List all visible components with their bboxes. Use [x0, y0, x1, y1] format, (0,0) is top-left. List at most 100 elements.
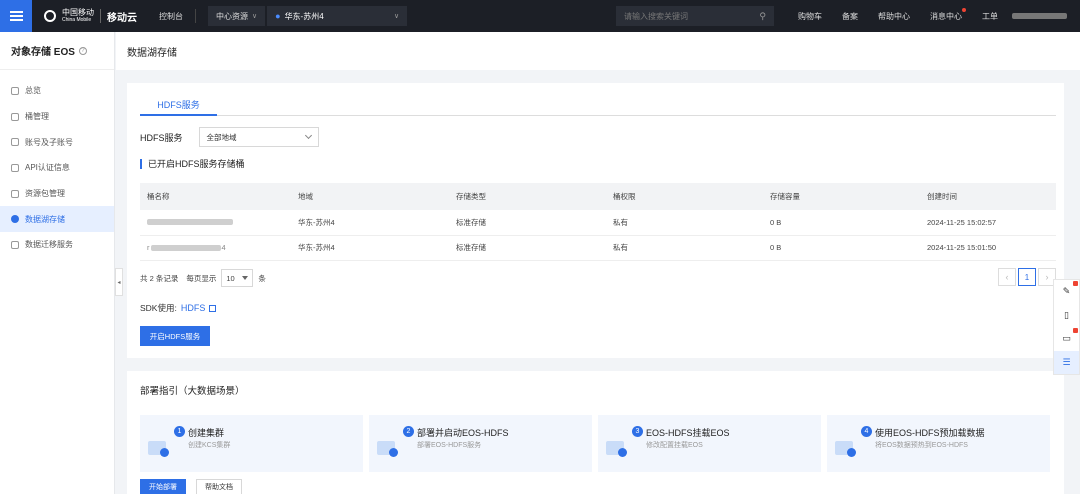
filter-row: HDFS服务 全部地域 — [140, 127, 319, 147]
sidebar-item-label: 数据迁移服务 — [25, 240, 73, 250]
region-select[interactable]: ● 华东-苏州4 ∨ — [267, 6, 408, 26]
step-description: 创建KCS集群 — [188, 442, 231, 449]
message-center-link[interactable]: 消息中心 — [920, 7, 972, 22]
key-icon — [11, 163, 19, 172]
search-icon[interactable]: ⚲ — [759, 11, 766, 22]
console-link[interactable]: 控制台 — [159, 11, 183, 22]
bucket-name-redacted — [147, 218, 233, 225]
help-docs-button[interactable]: 帮助文档 — [196, 479, 242, 494]
page-title: 数据湖存储 — [127, 47, 177, 59]
brand-en: China Mobile — [62, 17, 92, 23]
cloud-name: 移动云 — [107, 12, 137, 24]
bucket-name-cell[interactable] — [140, 218, 298, 227]
migration-icon — [11, 240, 19, 249]
step-title: 部署并启动EOS-HDFS — [417, 428, 509, 438]
search-placeholder: 请输入搜索关键词 — [624, 11, 688, 21]
step-title: EOS-HDFS挂载EOS — [646, 428, 730, 438]
sidebar-item-label: 账号及子账号 — [25, 137, 73, 147]
start-deploy-button[interactable]: 开始部署 — [140, 479, 186, 494]
global-search-input[interactable]: 请输入搜索关键词 ⚲ — [616, 6, 774, 26]
external-link-icon[interactable] — [209, 304, 217, 312]
step-number: 1 — [174, 426, 185, 437]
location-pin-icon: ● — [275, 11, 281, 21]
list-tool[interactable]: ☰ — [1054, 350, 1079, 374]
filing-link[interactable]: 备案 — [832, 11, 868, 22]
table-row[interactable]: r 4 华东-苏州4 标准存储 私有 0 B 2024-11-25 15:01:… — [140, 236, 1056, 261]
sidebar-item-datalake[interactable]: 数据湖存储 — [0, 206, 114, 233]
cart-link[interactable]: 购物车 — [788, 11, 832, 22]
resource-center-dropdown[interactable]: 中心资源 ∨ — [208, 6, 266, 26]
sidebar-item-label: 数据湖存储 — [25, 214, 65, 224]
chevron-down-icon — [304, 131, 312, 140]
tab-hdfs-service[interactable]: HDFS服务 — [140, 96, 217, 116]
region-value: 华东-苏州4 — [284, 11, 324, 21]
hdfs-card: HDFS服务 HDFS服务 全部地域 已开启HDFS服务存储桶 桶名称 地域 存… — [127, 83, 1064, 358]
page-header: 数据湖存储 — [116, 32, 1080, 70]
created-cell: 2024-11-25 15:02:57 — [927, 217, 997, 227]
step-number: 2 — [403, 426, 414, 437]
chevron-left-icon: ◂ — [117, 279, 121, 286]
pagination: 共 2 条记录 每页显示 10 条 ‹ 1 › — [140, 268, 1056, 288]
sdk-hdfs-link[interactable]: HDFS — [181, 303, 206, 313]
bucket-name-cell[interactable]: r 4 — [140, 243, 298, 252]
floating-toolbar: ✎ ▯ ▭ ☰ — [1053, 279, 1080, 375]
step-number: 4 — [861, 426, 872, 437]
user-account-menu[interactable] — [1012, 13, 1067, 19]
step-description: 修改配置挂载EOS — [646, 442, 703, 449]
chat-icon: ▭ — [1062, 333, 1071, 344]
sidebar-title: 对象存储 EOS ? — [0, 32, 114, 70]
sidebar-item-bucket-management[interactable]: 桶管理 — [0, 104, 114, 130]
ticket-link[interactable]: 工单 — [972, 11, 1008, 22]
docs-tool[interactable]: ▯ — [1054, 304, 1079, 328]
sidebar-item-api-auth[interactable]: API认证信息 — [0, 155, 114, 181]
book-icon: ▯ — [1064, 309, 1069, 320]
chevron-down-icon: ∨ — [394, 13, 400, 20]
datalake-icon — [11, 215, 19, 224]
filter-label: HDFS服务 — [140, 132, 183, 143]
help-center-link[interactable]: 帮助中心 — [868, 11, 920, 22]
notification-badge — [1073, 328, 1078, 333]
guide-step: 2 部署并启动EOS-HDFS 部署EOS-HDFS服务 — [369, 415, 592, 472]
brand-logo[interactable]: 中国移动 China Mobile 移动云 — [44, 9, 137, 24]
sidebar-item-accounts[interactable]: 账号及子账号 — [0, 129, 114, 155]
sidebar-item-resource-packages[interactable]: 资源包管理 — [0, 181, 114, 207]
guide-step: 4 使用EOS-HDFS预加载数据 将EOS数据预热到EOS-HDFS — [827, 415, 1050, 472]
nav-divider — [195, 9, 196, 23]
bucket-table: 桶名称 地域 存储类型 桶权限 存储容量 创建时间 华东-苏州4 标准存储 私有… — [140, 183, 1056, 261]
bucket-icon — [11, 112, 19, 121]
storage-type-cell: 标准存储 — [456, 217, 486, 227]
product-name: 对象存储 EOS — [11, 47, 75, 58]
sidebar-item-overview[interactable]: 总览 — [0, 78, 114, 104]
sidebar-item-label: 资源包管理 — [25, 189, 65, 199]
package-icon — [11, 189, 19, 198]
chat-tool[interactable]: ▭ — [1054, 327, 1079, 351]
column-header: 桶权限 — [613, 192, 636, 201]
tab-bar: HDFS服务 — [140, 96, 1056, 116]
table-row[interactable]: 华东-苏州4 标准存储 私有 0 B 2024-11-25 15:02:57 — [140, 210, 1056, 236]
prev-page-button[interactable]: ‹ — [998, 268, 1016, 286]
page-size-select[interactable]: 10 — [221, 269, 254, 287]
help-icon[interactable]: ? — [78, 46, 87, 55]
overview-icon — [11, 86, 19, 95]
column-header: 桶名称 — [147, 192, 170, 201]
per-page-label: 每页显示 — [186, 273, 217, 283]
top-navbar: 中国移动 China Mobile 移动云 控制台 中心资源 ∨ ● 华东-苏州… — [0, 0, 1080, 32]
page-number-button[interactable]: 1 — [1018, 268, 1036, 286]
china-mobile-logo-icon — [44, 10, 56, 22]
region-filter-value: 全部地域 — [206, 132, 237, 142]
deploy-illustration-icon — [377, 437, 399, 457]
bucket-name-suffix: 4 — [221, 243, 226, 253]
top-links: 购物车 备案 帮助中心 消息中心 工单 — [788, 0, 1067, 32]
sidebar-item-data-migration[interactable]: 数据迁移服务 — [0, 232, 114, 258]
acl-cell: 私有 — [613, 217, 628, 227]
bucket-name-prefix: r — [147, 243, 150, 253]
notification-badge — [1073, 281, 1078, 286]
edit-feedback-tool[interactable]: ✎ — [1054, 280, 1079, 304]
page-buttons: ‹ 1 › — [998, 268, 1056, 286]
menu-icon[interactable] — [0, 0, 32, 32]
enable-hdfs-button[interactable]: 开启HDFS服务 — [140, 326, 210, 346]
sidebar-collapse-toggle[interactable]: ◂ — [115, 268, 123, 296]
region-filter-select[interactable]: 全部地域 — [198, 127, 319, 147]
logo-divider — [100, 9, 101, 23]
sidebar-item-label: 总览 — [25, 86, 41, 96]
